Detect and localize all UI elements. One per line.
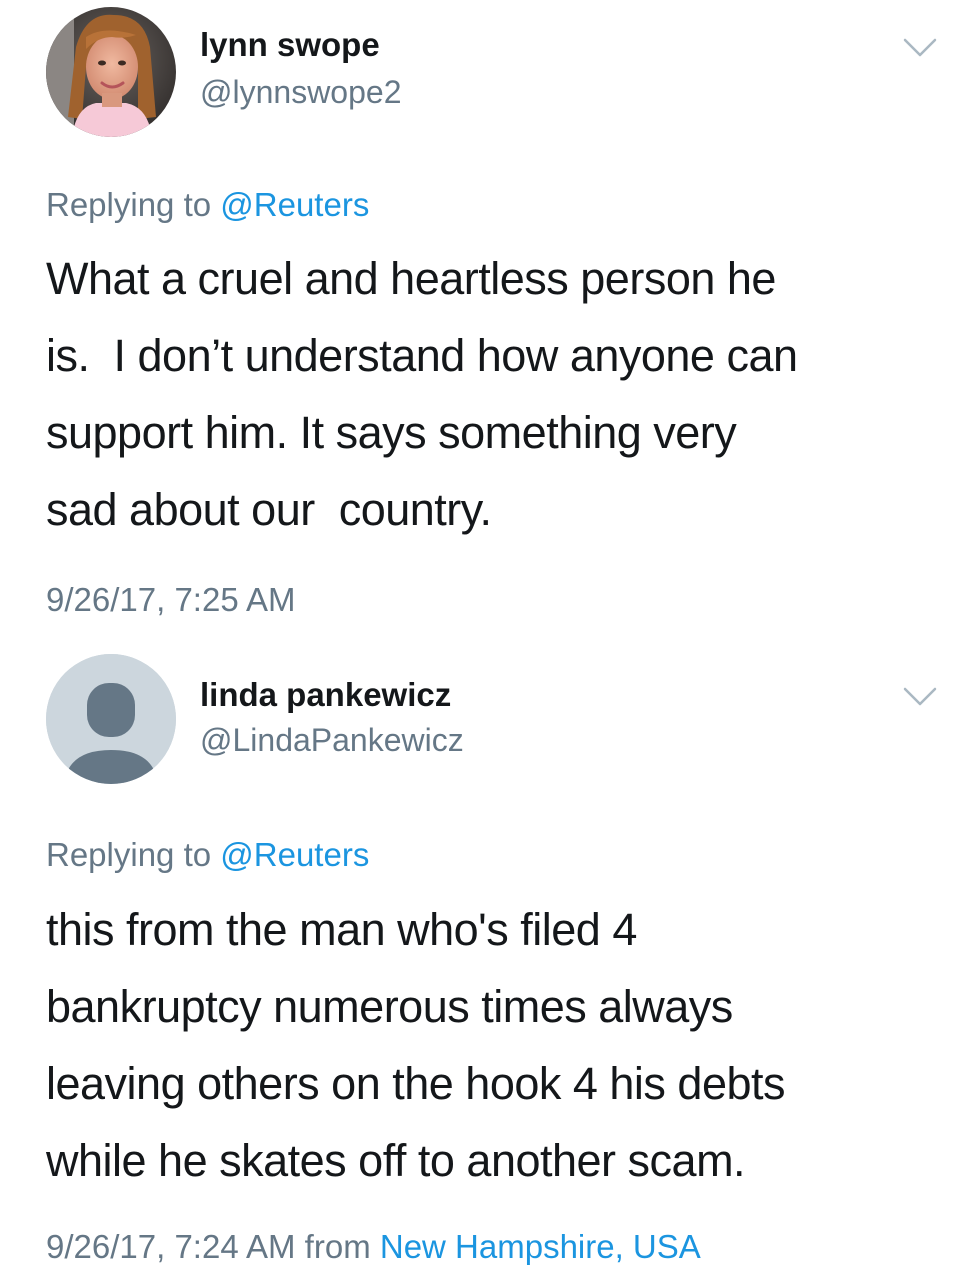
username-handle[interactable]: @lynnswope2 bbox=[200, 74, 401, 111]
replying-to-line: Replying to @Reuters bbox=[46, 836, 369, 874]
tweet: lynn swope @lynnswope2 Replying to @Reut… bbox=[0, 0, 978, 640]
tweet-timestamp: 9/26/17, 7:25 AM bbox=[46, 581, 296, 619]
tweet-text-line: support him. It says something very bbox=[46, 407, 737, 458]
tweet-text-line: sad about our country. bbox=[46, 484, 492, 535]
profile-photo-icon bbox=[46, 7, 176, 137]
location-prefix: from bbox=[295, 1228, 380, 1265]
tweet-text-line: is. I don’t understand how anyone can bbox=[46, 330, 798, 381]
replying-to-link[interactable]: @Reuters bbox=[220, 836, 369, 873]
location-link[interactable]: New Hampshire, USA bbox=[380, 1228, 701, 1265]
tweet-text: What a cruel and heartless person he is.… bbox=[46, 240, 946, 548]
timestamp-value[interactable]: 9/26/17, 7:24 AM bbox=[46, 1228, 296, 1265]
tweet: linda pankewicz @LindaPankewicz Replying… bbox=[0, 640, 978, 1280]
tweet-timestamp: 9/26/17, 7:24 AM from New Hampshire, USA bbox=[46, 1228, 701, 1266]
replying-to-label: Replying to bbox=[46, 186, 221, 223]
avatar[interactable] bbox=[46, 654, 176, 784]
default-avatar-icon bbox=[46, 654, 176, 784]
avatar[interactable] bbox=[46, 7, 176, 137]
tweet-text: this from the man who's filed 4 bankrupt… bbox=[46, 891, 946, 1199]
chevron-down-icon[interactable] bbox=[903, 37, 937, 59]
display-name[interactable]: lynn swope bbox=[200, 26, 380, 64]
timestamp-value[interactable]: 9/26/17, 7:25 AM bbox=[46, 581, 296, 618]
tweet-text-line: this from the man who's filed 4 bbox=[46, 904, 637, 955]
replying-to-label: Replying to bbox=[46, 836, 221, 873]
display-name[interactable]: linda pankewicz bbox=[200, 676, 451, 714]
replying-to-line: Replying to @Reuters bbox=[46, 186, 369, 224]
tweet-text-line: leaving others on the hook 4 his debts bbox=[46, 1058, 786, 1109]
tweet-text-line: while he skates off to another scam. bbox=[46, 1135, 746, 1186]
chevron-down-icon[interactable] bbox=[903, 686, 937, 708]
tweet-text-line: bankruptcy numerous times always bbox=[46, 981, 733, 1032]
username-handle[interactable]: @LindaPankewicz bbox=[200, 722, 464, 759]
tweet-text-line: What a cruel and heartless person he bbox=[46, 253, 776, 304]
replying-to-link[interactable]: @Reuters bbox=[220, 186, 369, 223]
